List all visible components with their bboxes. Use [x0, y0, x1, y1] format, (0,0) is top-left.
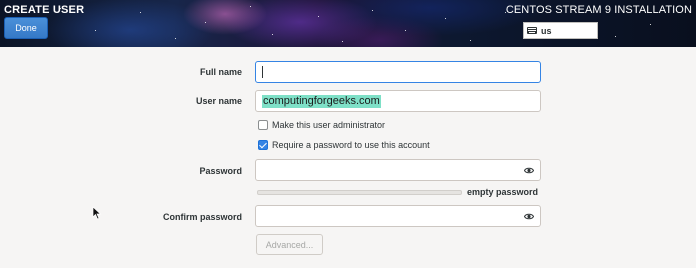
text-caret — [262, 66, 263, 78]
keyboard-layout-indicator[interactable]: us — [523, 22, 598, 39]
password-strength-bar — [257, 190, 462, 195]
done-button[interactable]: Done — [4, 17, 48, 39]
user-name-value: computingforgeeks.com — [262, 95, 381, 108]
confirm-password-label: Confirm password — [162, 212, 242, 222]
mouse-pointer-icon — [92, 206, 102, 220]
eye-icon[interactable] — [524, 166, 534, 175]
admin-checkbox-row[interactable]: Make this user administrator — [258, 120, 385, 130]
eye-icon[interactable] — [524, 212, 534, 221]
advanced-button[interactable]: Advanced... — [256, 234, 323, 255]
keyboard-layout-label: us — [541, 25, 552, 36]
header-bar: CREATE USER Done CENTOS STREAM 9 INSTALL… — [0, 0, 696, 47]
admin-checkbox[interactable] — [258, 120, 268, 130]
installer-title: CENTOS STREAM 9 INSTALLATION — [505, 4, 692, 16]
password-input[interactable] — [255, 159, 541, 181]
user-name-input[interactable]: computingforgeeks.com — [255, 90, 541, 112]
require-password-checkbox-row[interactable]: Require a password to use this account — [258, 140, 430, 150]
confirm-password-input[interactable] — [255, 205, 541, 227]
admin-checkbox-label[interactable]: Make this user administrator — [272, 120, 385, 130]
user-name-label: User name — [195, 96, 242, 106]
password-label: Password — [199, 166, 242, 176]
full-name-input[interactable] — [255, 61, 541, 83]
full-name-label: Full name — [199, 67, 242, 77]
page-title: CREATE USER — [4, 4, 85, 16]
keyboard-icon — [527, 27, 537, 34]
password-strength-text: empty password — [467, 187, 539, 197]
require-password-checkbox[interactable] — [258, 140, 268, 150]
require-password-checkbox-label[interactable]: Require a password to use this account — [272, 140, 430, 150]
